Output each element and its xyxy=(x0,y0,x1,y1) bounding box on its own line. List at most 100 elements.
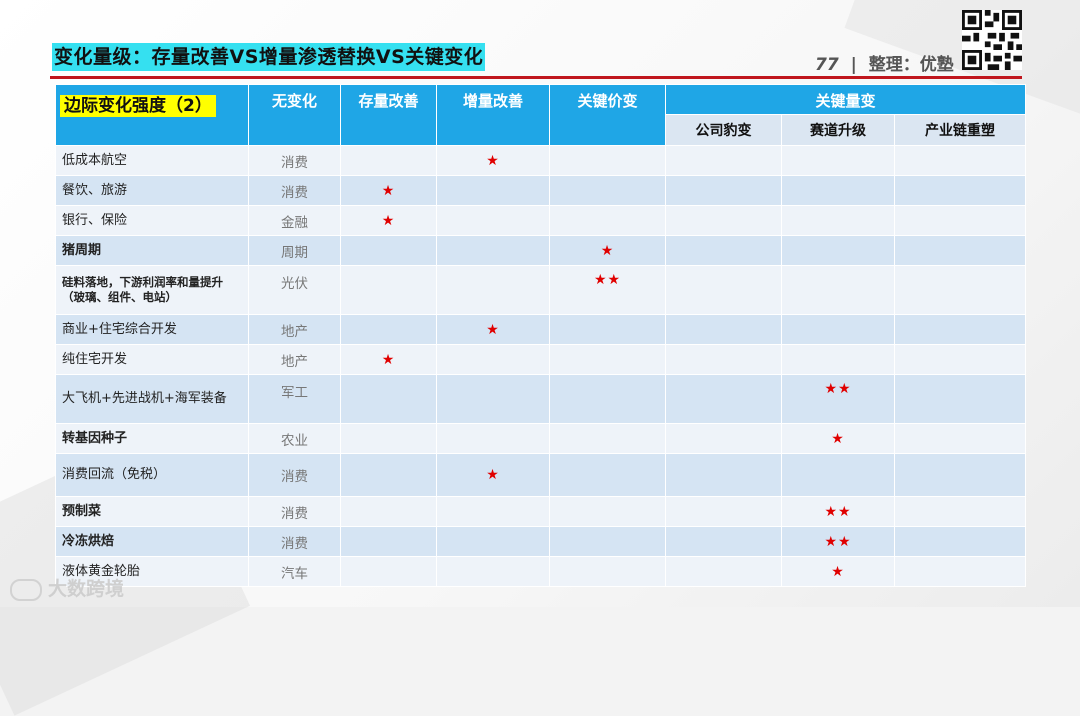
table-row: 商业+住宅综合开发 地产 ★ xyxy=(55,314,1027,345)
slide-title: 变化量级：存量改善VS增量渗透替换VS关键变化 xyxy=(52,43,486,71)
cell-company-leap xyxy=(665,265,782,315)
cell-chain-reshape xyxy=(893,344,1027,375)
row-sector: 金融 xyxy=(248,205,341,236)
cell-track-upgrade xyxy=(781,453,895,497)
row-sector: 农业 xyxy=(248,423,341,454)
cell-company-leap xyxy=(665,556,782,587)
cell-key-price-change xyxy=(549,145,666,176)
title-divider xyxy=(50,76,1022,79)
cell-stock-improve: ★ xyxy=(340,205,437,236)
row-name: 冷冻烘焙 xyxy=(55,526,249,557)
cell-increment-improve xyxy=(436,205,550,236)
cell-chain-reshape xyxy=(893,556,1027,587)
table-row: 大飞机+先进战机+海军装备 军工 ★★ xyxy=(55,374,1027,424)
header-key-price-change: 关键价变 xyxy=(549,84,666,146)
cell-increment-improve xyxy=(436,175,550,206)
page-number: 77 xyxy=(815,55,839,75)
row-sector: 消费 xyxy=(248,453,341,497)
cell-track-upgrade: ★ xyxy=(781,556,895,587)
row-name: 商业+住宅综合开发 xyxy=(55,314,249,345)
header-key-volume-change: 关键量变 xyxy=(664,84,1027,115)
cell-stock-improve xyxy=(340,556,437,587)
cell-stock-improve xyxy=(340,314,437,345)
cell-chain-reshape xyxy=(893,205,1027,236)
table-row: 消费回流（免税） 消费 ★ xyxy=(55,453,1027,497)
change-intensity-table: 边际变化强度（2） 无变化 存量改善 增量改善 关键价变 关键量变 公司豹变 赛… xyxy=(55,84,1027,587)
row-sector: 汽车 xyxy=(248,556,341,587)
cell-stock-improve xyxy=(340,235,437,266)
cell-key-price-change xyxy=(549,175,666,206)
cell-track-upgrade xyxy=(781,145,895,176)
cell-increment-improve xyxy=(436,526,550,557)
table-row: 转基因种子 农业 ★ xyxy=(55,423,1027,454)
table-row: 液体黄金轮胎 汽车 ★ xyxy=(55,556,1027,587)
row-sector: 周期 xyxy=(248,235,341,266)
cell-increment-improve xyxy=(436,496,550,527)
row-sector: 军工 xyxy=(248,374,341,424)
row-name: 餐饮、旅游 xyxy=(55,175,249,206)
cell-increment-improve xyxy=(436,344,550,375)
cell-increment-improve: ★ xyxy=(436,145,550,176)
cell-increment-improve xyxy=(436,235,550,266)
cell-increment-improve xyxy=(436,374,550,424)
cell-company-leap xyxy=(665,374,782,424)
header-company-leap: 公司豹变 xyxy=(665,114,782,146)
cell-company-leap xyxy=(665,423,782,454)
page-info: 77 | 整理：优塾 xyxy=(815,50,954,75)
cell-increment-improve: ★ xyxy=(436,453,550,497)
cell-stock-improve xyxy=(340,265,437,315)
watermark: 大数跨境 xyxy=(10,574,124,601)
cell-key-price-change xyxy=(549,374,666,424)
table-row: 猪周期 周期 ★ xyxy=(55,235,1027,266)
table-row: 纯住宅开发 地产 ★ xyxy=(55,344,1027,375)
header-increment-improve: 增量改善 xyxy=(436,84,550,146)
cell-company-leap xyxy=(665,453,782,497)
cell-stock-improve xyxy=(340,423,437,454)
row-sector: 消费 xyxy=(248,496,341,527)
cell-stock-improve: ★ xyxy=(340,344,437,375)
table-row: 硅料落地，下游利润率和量提升（玻璃、组件、电站） 光伏 ★★ xyxy=(55,265,1027,315)
row-sector: 消费 xyxy=(248,175,341,206)
table-row: 预制菜 消费 ★★ xyxy=(55,496,1027,527)
cell-chain-reshape xyxy=(893,175,1027,206)
cell-track-upgrade: ★★ xyxy=(781,526,895,557)
row-name: 转基因种子 xyxy=(55,423,249,454)
table-row: 低成本航空 消费 ★ xyxy=(55,145,1027,176)
cell-track-upgrade xyxy=(781,314,895,345)
cell-track-upgrade: ★★ xyxy=(781,496,895,527)
cell-company-leap xyxy=(665,235,782,266)
cell-key-price-change xyxy=(549,314,666,345)
corner-label: 边际变化强度（2） xyxy=(60,95,216,117)
row-name: 猪周期 xyxy=(55,235,249,266)
header-track-upgrade: 赛道升级 xyxy=(781,114,895,146)
cell-company-leap xyxy=(665,526,782,557)
cell-company-leap xyxy=(665,175,782,206)
cell-company-leap xyxy=(665,314,782,345)
row-name: 大飞机+先进战机+海军装备 xyxy=(55,374,249,424)
cell-key-price-change: ★★ xyxy=(549,265,666,315)
watermark-logo-icon xyxy=(10,578,42,601)
cell-stock-improve xyxy=(340,496,437,527)
header-stock-improve: 存量改善 xyxy=(340,84,437,146)
cell-key-price-change xyxy=(549,205,666,236)
cell-track-upgrade: ★ xyxy=(781,423,895,454)
watermark-text: 大数跨境 xyxy=(48,578,125,600)
row-name: 纯住宅开发 xyxy=(55,344,249,375)
table-row: 冷冻烘焙 消费 ★★ xyxy=(55,526,1027,557)
cell-stock-improve: ★ xyxy=(340,175,437,206)
table-corner-header: 边际变化强度（2） xyxy=(55,84,249,146)
header-chain-reshape: 产业链重塑 xyxy=(893,114,1027,146)
cell-company-leap xyxy=(665,344,782,375)
cell-track-upgrade xyxy=(781,235,895,266)
cell-stock-improve xyxy=(340,453,437,497)
cell-key-price-change xyxy=(549,526,666,557)
cell-chain-reshape xyxy=(893,526,1027,557)
cell-stock-improve xyxy=(340,374,437,424)
cell-chain-reshape xyxy=(893,453,1027,497)
cell-track-upgrade xyxy=(781,344,895,375)
cell-key-price-change xyxy=(549,423,666,454)
row-sector: 消费 xyxy=(248,526,341,557)
row-name: 硅料落地，下游利润率和量提升（玻璃、组件、电站） xyxy=(55,265,249,315)
cell-company-leap xyxy=(665,145,782,176)
cell-chain-reshape xyxy=(893,374,1027,424)
